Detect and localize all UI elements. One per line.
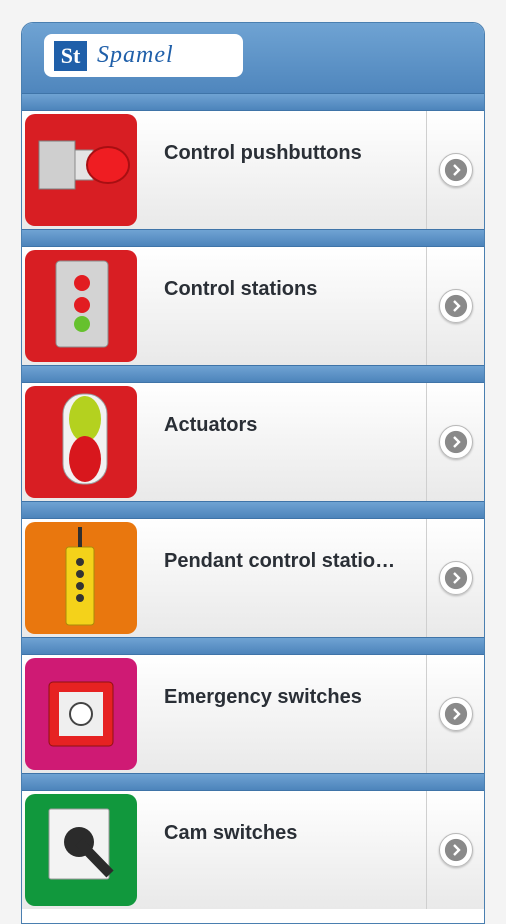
list-item-control-pushbuttons[interactable]: Control pushbuttons [22,111,484,229]
row-action[interactable] [426,383,484,501]
list-item-actuators[interactable]: Actuators [22,383,484,501]
logo-text: Spamel [97,42,174,68]
logo-mark: St [54,40,87,71]
list-item-pendant-control-stations[interactable]: Pendant control statio… [22,519,484,637]
row-action[interactable] [426,111,484,229]
row-action[interactable] [426,655,484,773]
catalog-card: St Spamel Control pushbuttons Control st… [21,22,485,924]
item-label: Actuators [164,414,258,436]
thumbnail-image [25,522,137,634]
item-label: Cam switches [164,822,298,844]
app-header: St Spamel [22,23,484,93]
thumbnail-image [25,658,137,770]
list-item-control-stations[interactable]: Control stations [22,247,484,365]
row-action[interactable] [426,791,484,909]
row-action[interactable] [426,519,484,637]
thumbnail-image [25,114,137,226]
chevron-right-icon[interactable] [438,425,473,459]
section-divider [22,501,484,519]
thumbnail-image [25,794,137,906]
spamel-logo[interactable]: St Spamel [44,34,243,77]
section-divider [22,365,484,383]
chevron-right-icon[interactable] [438,153,473,187]
chevron-right-icon[interactable] [438,289,473,323]
chevron-right-icon[interactable] [438,833,473,867]
item-label: Emergency switches [164,686,362,708]
section-divider [22,229,484,247]
section-divider [22,637,484,655]
item-label: Pendant control statio… [164,550,396,572]
row-action[interactable] [426,247,484,365]
list-item-emergency-switches[interactable]: Emergency switches [22,655,484,773]
chevron-right-icon[interactable] [438,697,473,731]
list-item-cam-switches[interactable]: Cam switches [22,791,484,909]
thumbnail-image [25,250,137,362]
chevron-right-icon[interactable] [438,561,473,595]
thumbnail-image [25,386,137,498]
section-divider [22,93,484,111]
item-label: Control pushbuttons [164,142,362,164]
section-divider [22,773,484,791]
item-label: Control stations [164,278,318,300]
